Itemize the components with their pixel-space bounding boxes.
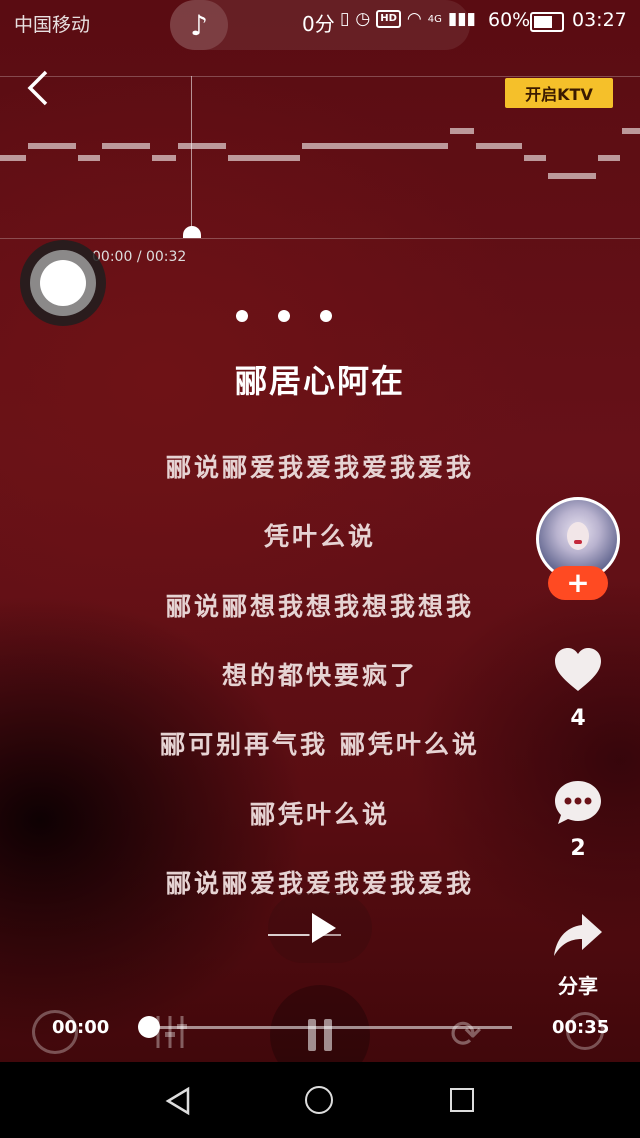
lyric-line: 想的都快要疯了 xyxy=(221,661,418,690)
lyric-current-line: 郦居心阿在 xyxy=(234,362,405,400)
total-time: 00:35 xyxy=(552,1017,610,1038)
battery-percent: 60% xyxy=(488,9,531,31)
lyric-line: 郦凭叶么说 xyxy=(249,800,390,829)
progress-knob[interactable] xyxy=(138,1016,160,1038)
floating-ball-core xyxy=(40,260,86,306)
hd-icon: HD xyxy=(376,10,401,28)
lyric-line: 郦说郦爱我爱我爱我爱我 xyxy=(165,453,474,482)
current-time: 00:00 xyxy=(52,1017,110,1038)
carrier-name: 中国移动 xyxy=(14,14,91,36)
ktv-button[interactable]: 开启KTV xyxy=(505,78,613,108)
music-note-icon[interactable]: ♪ xyxy=(170,0,228,50)
nav-back-button[interactable] xyxy=(164,1086,192,1120)
status-icons: ▯ ◷ HD ◠ 4G ▮▮▮ xyxy=(340,9,476,29)
status-clock: 03:27 xyxy=(572,9,627,31)
pitch-note xyxy=(102,143,150,149)
loop-icon[interactable]: ⟳ xyxy=(450,1012,482,1056)
share-arrow-icon xyxy=(554,914,602,956)
lyric-line: 郦可别再气我 郦凭叶么说 xyxy=(160,730,480,759)
nav-home-button[interactable] xyxy=(305,1086,333,1114)
sing-progress-time: 00:00 / 00:32 xyxy=(92,249,186,265)
pitch-note xyxy=(476,143,522,149)
vibrate-icon: ▯ xyxy=(340,9,350,29)
sing-duration: 00:32 xyxy=(145,249,187,265)
network-type: 4G xyxy=(427,13,442,25)
alarm-icon: ◷ xyxy=(355,9,371,29)
chevron-left-icon xyxy=(27,70,48,106)
signal-icon: ▮▮▮ xyxy=(447,9,476,29)
pitch-note xyxy=(622,128,640,134)
like-count: 4 xyxy=(570,706,586,731)
pitch-note xyxy=(178,143,226,149)
pitch-note xyxy=(78,155,100,161)
pitch-note xyxy=(302,143,448,149)
comment-bubble-icon xyxy=(555,781,601,824)
pitch-note xyxy=(152,155,176,161)
like-button[interactable] xyxy=(553,646,603,696)
pitch-note xyxy=(524,155,546,161)
pitch-note xyxy=(0,155,26,161)
progress-track[interactable] xyxy=(148,1026,512,1029)
lyric-line: 郦说郦想我想我想我想我 xyxy=(165,592,474,621)
pitch-bottom-line xyxy=(0,238,640,239)
sing-time-separator: / xyxy=(136,249,142,265)
share-button[interactable] xyxy=(552,912,604,960)
pitch-note xyxy=(598,155,620,161)
pitch-note xyxy=(450,128,474,134)
comment-button[interactable] xyxy=(553,778,603,828)
avatar-detail xyxy=(574,540,582,544)
avatar-face xyxy=(567,522,589,550)
heart-icon xyxy=(555,648,601,691)
wifi-icon: ◠ xyxy=(406,9,422,29)
pitch-note xyxy=(28,143,76,149)
pitch-cursor-dot xyxy=(183,226,201,238)
countdown-dots xyxy=(236,310,332,322)
play-icon xyxy=(312,913,336,943)
share-label: 分享 xyxy=(558,974,598,998)
net-speed: 0分 xyxy=(302,12,335,36)
triangle-back-icon xyxy=(165,1086,190,1116)
back-button[interactable] xyxy=(24,68,54,108)
pitch-note xyxy=(228,155,300,161)
pitch-cursor xyxy=(191,76,192,236)
pitch-note xyxy=(548,173,596,179)
comment-count: 2 xyxy=(570,836,586,861)
follow-button[interactable]: + xyxy=(548,566,608,600)
pitch-top-line xyxy=(0,76,640,77)
pause-icon[interactable] xyxy=(308,1019,332,1051)
nav-recents-button[interactable] xyxy=(450,1088,474,1112)
battery-level xyxy=(534,16,552,28)
